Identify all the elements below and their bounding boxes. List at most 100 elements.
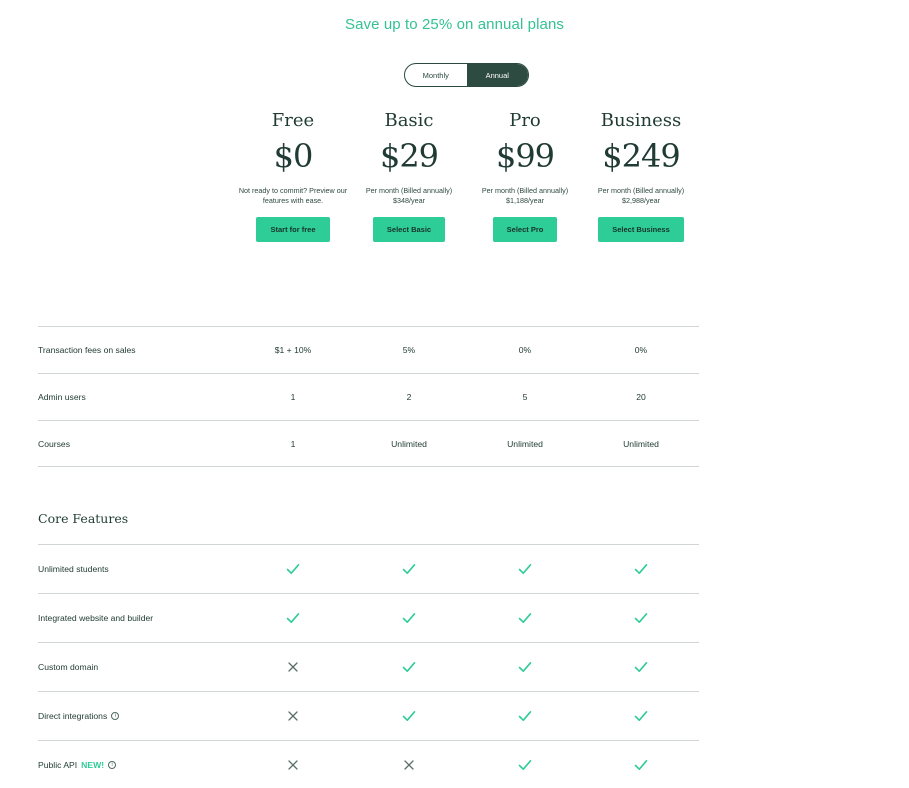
check-icon [286,564,300,574]
plan-name: Pro [509,110,541,131]
feature-mark [475,709,575,723]
check-icon [634,759,648,770]
plan-note-line: $348/year [393,195,425,205]
plan-name: Business [600,110,682,131]
table-cell: 0% [518,345,532,355]
feature-label: Public API [38,759,78,770]
table-cell: 0% [634,345,648,355]
cross-icon [404,759,414,770]
row-label: Unlimited students [38,564,234,574]
feature-row: Public API NEW! i [38,740,699,788]
plan-note-line: $1,188/year [506,195,544,205]
row-label: Direct integrations i [38,711,234,721]
select-business-button[interactable]: Select Business [598,217,684,242]
plan-note-line: Per month (Billed annually) [481,186,569,195]
feature-row: Direct integrations i [38,691,699,740]
cross-icon [288,711,298,721]
feature-mark [591,758,691,772]
select-basic-button[interactable]: Select Basic [372,217,446,242]
feature-label: Custom domain [38,662,99,672]
feature-mark [359,660,459,674]
plan-price: $249 [602,137,680,175]
feature-label: Direct integrations [38,711,108,721]
table-cell: 5% [402,345,416,355]
info-icon[interactable]: i [111,712,120,720]
check-icon [634,662,648,672]
plan-pro: Pro $99 Per month (Billed annually) $1,1… [467,110,583,242]
check-icon [402,662,416,672]
check-icon [402,613,416,623]
toggle-annual[interactable]: Annual [466,64,528,86]
feature-mark [475,660,575,674]
feature-mark [591,660,691,674]
row-label: Integrated website and builder [38,613,234,623]
feature-mark [243,709,343,723]
feature-mark [359,758,459,772]
table-row: Transaction fees on sales $1 + 10% 5% 0%… [38,326,699,373]
plan-note: Per month (Billed annually) $1,188/year [467,186,583,206]
plan-note: Per month (Billed annually) $348/year [351,186,467,206]
feature-mark [591,709,691,723]
promo-banner: Save up to 25% on annual plans [345,16,564,33]
cross-icon [288,759,298,770]
cross-icon [288,662,298,672]
plan-price: $0 [273,137,314,175]
table-row: Courses 1 Unlimited Unlimited Unlimited [38,420,699,467]
plan-price: $29 [379,137,439,175]
feature-mark [359,611,459,625]
row-label: Transaction fees on sales [38,345,136,355]
new-badge: NEW! [81,759,105,770]
table-cell: $1 + 10% [274,345,312,355]
info-icon[interactable]: i [108,760,117,769]
check-icon [518,613,532,623]
check-icon [518,759,532,770]
check-icon [286,613,300,623]
billing-toggle[interactable]: Monthly Annual [404,63,529,87]
feature-mark [243,660,343,674]
feature-mark [591,611,691,625]
core-features-table: Unlimited students Integrated website an… [38,544,699,788]
feature-mark [359,709,459,723]
plan-basic: Basic $29 Per month (Billed annually) $3… [351,110,467,242]
feature-mark [359,562,459,576]
check-icon [518,662,532,672]
section-title: Core Features [38,511,129,526]
feature-mark [243,562,343,576]
table-cell: 2 [406,392,412,402]
plan-free: Free $0 Not ready to commit? Preview our… [235,110,351,242]
feature-mark [591,562,691,576]
toggle-monthly[interactable]: Monthly [405,64,467,86]
table-cell: 1 [290,392,296,402]
table-cell: Unlimited [623,438,659,449]
feature-mark [475,562,575,576]
check-icon [402,711,416,721]
plan-note: Per month (Billed annually) $2,988/year [583,186,699,206]
feature-mark [475,758,575,772]
table-cell: 1 [290,438,296,449]
select-pro-button[interactable]: Select Pro [492,217,558,242]
check-icon [634,613,648,623]
feature-label: Unlimited students [38,564,109,574]
row-label: Custom domain [38,662,234,672]
row-label: Admin users [38,392,86,402]
plan-note-line: Per month (Billed annually) [597,186,685,195]
feature-row: Integrated website and builder [38,593,699,642]
plan-note-line: features with ease. [262,195,324,205]
check-icon [518,564,532,574]
plan-price: $99 [495,137,555,175]
check-icon [634,711,648,721]
plan-business: Business $249 Per month (Billed annually… [583,110,699,242]
feature-mark [243,758,343,772]
plan-note-line: Not ready to commit? Preview our [238,186,348,195]
feature-row: Custom domain [38,642,699,691]
table-cell: Unlimited [391,438,427,449]
start-free-button[interactable]: Start for free [256,217,330,242]
check-icon [402,564,416,574]
table-cell: 20 [636,392,646,402]
plan-note-line: Per month (Billed annually) [365,186,453,195]
table-cell: 5 [522,392,528,402]
feature-row: Unlimited students [38,544,699,593]
plan-note: Not ready to commit? Preview our feature… [235,186,351,206]
table-cell: Unlimited [507,438,543,449]
check-icon [518,711,532,721]
